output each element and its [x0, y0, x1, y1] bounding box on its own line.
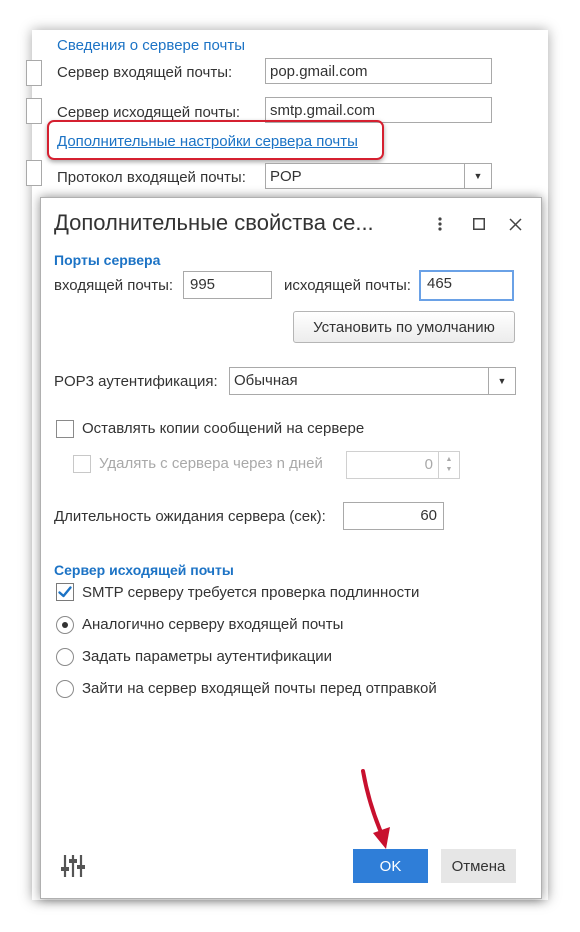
pop3-auth-select[interactable]: Обычная ▼: [229, 367, 516, 395]
radio-pop-before-label: Зайти на сервер входящей почты перед отп…: [82, 680, 437, 697]
more-options-icon[interactable]: [430, 214, 450, 234]
timeout-label: Длительность ожидания сервера (сек):: [54, 508, 326, 525]
outgoing-server-section-title: Сервер исходящей почты: [54, 562, 234, 578]
dropdown-arrow-icon[interactable]: ▼: [488, 368, 515, 394]
maximize-icon[interactable]: [469, 214, 489, 234]
incoming-protocol-value: POP: [270, 168, 302, 185]
delete-after-checkbox[interactable]: [73, 455, 91, 473]
radio-selected-dot: [62, 622, 68, 628]
radio-custom-auth[interactable]: [56, 648, 74, 666]
background-fragment: [26, 98, 42, 124]
smtp-auth-label: SMTP серверу требуется проверка подлинно…: [82, 584, 420, 601]
keep-copies-label: Оставлять копии сообщений на сервере: [82, 420, 365, 437]
radio-same-as-incoming[interactable]: [56, 616, 74, 634]
outgoing-server-label: Сервер исходящей почты:: [57, 104, 241, 121]
advanced-properties-dialog: Дополнительные свойства се... Порты серв…: [40, 197, 542, 899]
delete-after-days-stepper[interactable]: 0 ▲ ▼: [346, 451, 460, 479]
incoming-port-label: входящей почты:: [54, 277, 174, 294]
delete-after-days-value: 0: [424, 456, 433, 473]
stepper-arrows-icon[interactable]: ▲ ▼: [438, 452, 459, 478]
delete-after-label: Удалять с сервера через n дней: [99, 455, 323, 472]
server-info-section-title: Сведения о сервере почты: [57, 37, 245, 54]
background-fragment: [26, 60, 42, 86]
outgoing-port-label: исходящей почты:: [284, 277, 411, 294]
checkmark-icon: [58, 586, 72, 598]
keep-copies-checkbox[interactable]: [56, 420, 74, 438]
pointer-arrow-icon: [361, 769, 390, 849]
background-fragment: [26, 160, 42, 186]
set-default-button[interactable]: Установить по умолчанию: [293, 311, 515, 343]
cancel-button[interactable]: Отмена: [441, 849, 516, 883]
outgoing-port-input[interactable]: 465: [419, 270, 514, 301]
dialog-title: Дополнительные свойства се...: [54, 210, 374, 235]
incoming-protocol-label: Протокол входящей почты:: [57, 169, 246, 186]
incoming-protocol-select[interactable]: POP ▼: [265, 163, 492, 189]
radio-pop-before-smtp[interactable]: [56, 680, 74, 698]
radio-custom-label: Задать параметры аутентификации: [82, 648, 333, 665]
incoming-server-input[interactable]: pop.gmail.com: [265, 58, 492, 84]
pop3-auth-label: POP3 аутентификация:: [54, 373, 218, 390]
highlight-frame: [47, 120, 384, 160]
incoming-port-input[interactable]: 995: [183, 271, 272, 299]
timeout-input[interactable]: 60: [343, 502, 444, 530]
server-ports-section-title: Порты сервера: [54, 252, 161, 268]
radio-same-label: Аналогично серверу входящей почты: [82, 616, 344, 633]
dropdown-arrow-icon[interactable]: ▼: [464, 164, 491, 188]
settings-sliders-icon[interactable]: [60, 853, 86, 884]
incoming-server-label: Сервер входящей почты:: [57, 64, 233, 81]
pop3-auth-value: Обычная: [234, 372, 298, 389]
close-icon[interactable]: [505, 214, 525, 234]
smtp-auth-checkbox[interactable]: [56, 583, 74, 601]
